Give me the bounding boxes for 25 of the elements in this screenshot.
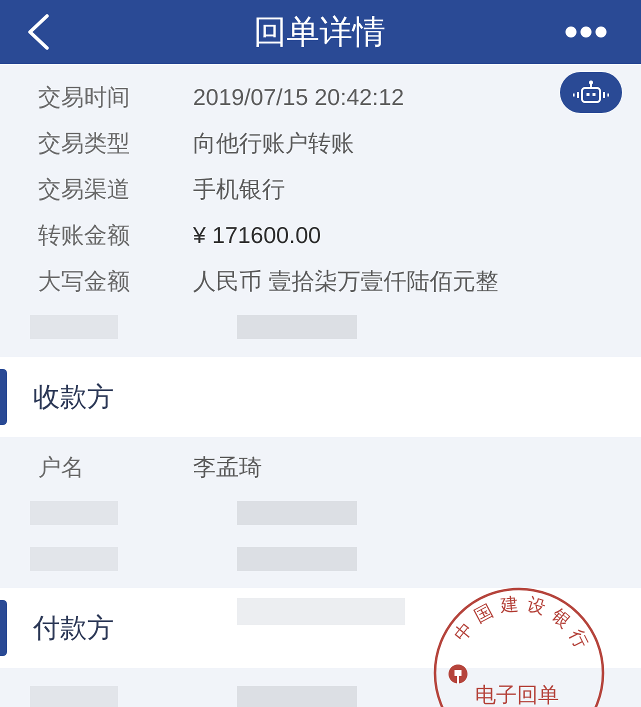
field-label: 户名 — [38, 452, 85, 482]
robot-icon — [573, 80, 609, 106]
seal-center-text: 电子回单 — [475, 684, 559, 707]
section-title: 付款方 — [33, 612, 115, 645]
page-title: 回单详情 — [254, 12, 386, 52]
field-label: 交易类型 — [38, 128, 131, 158]
section-title: 收款方 — [33, 381, 115, 414]
accent-bar — [0, 600, 7, 656]
more-icon — [565, 26, 607, 38]
field-label: 转账金额 — [38, 220, 131, 250]
seal-arc-text: 中国建设银行 — [450, 593, 596, 658]
field-label: 交易时间 — [38, 82, 131, 112]
field-label: 大写金额 — [38, 266, 131, 296]
chevron-left-icon — [26, 14, 50, 50]
field-value: ¥ 171600.00 — [193, 222, 321, 248]
field-value: 人民币 壹拾柒万壹仟陆佰元整 — [193, 266, 498, 296]
accent-bar — [0, 369, 7, 425]
field-value: 2019/07/15 20:42:12 — [193, 84, 404, 110]
back-button[interactable] — [26, 14, 50, 50]
more-button[interactable] — [565, 26, 607, 38]
assistant-button[interactable] — [560, 72, 622, 113]
field-value: 李孟琦 — [193, 452, 262, 482]
field-value: 手机银行 — [193, 174, 285, 204]
field-value: 向他行账户转账 — [193, 128, 354, 158]
field-label: 交易渠道 — [38, 174, 131, 204]
